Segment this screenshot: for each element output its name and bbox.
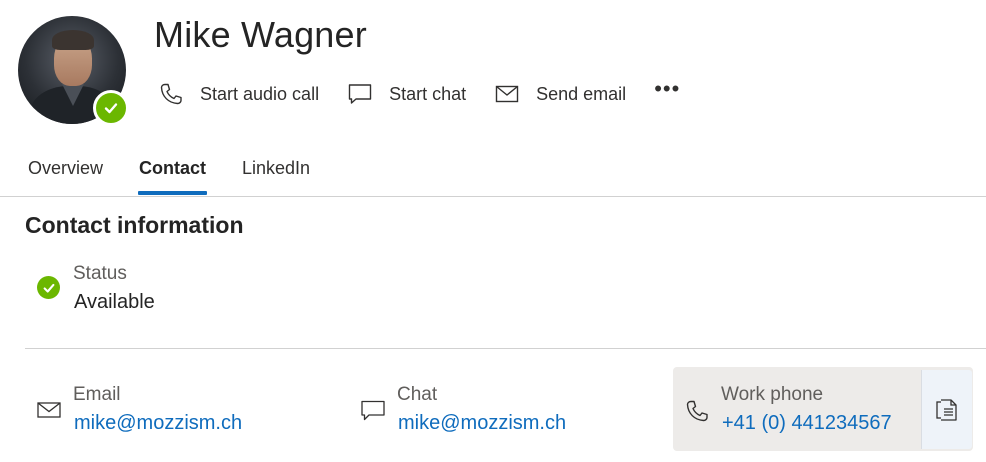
phone-icon (686, 400, 708, 422)
start-chat-label: Start chat (389, 83, 467, 104)
presence-available-badge (93, 90, 129, 126)
send-email-button[interactable]: Send email (494, 81, 626, 107)
mail-icon (37, 402, 61, 418)
avatar-hair (52, 30, 94, 50)
email-link[interactable]: mike@mozzism.ch (74, 412, 242, 435)
more-options-button[interactable]: ••• (654, 76, 680, 102)
mail-icon (495, 85, 519, 103)
contact-card: Mike Wagner Start audio call Start chat … (0, 0, 986, 462)
start-audio-call-label: Start audio call (200, 83, 320, 104)
copy-phone-button[interactable] (921, 370, 972, 449)
section-divider (25, 348, 986, 349)
chat-label: Chat (397, 384, 438, 405)
email-label: Email (73, 384, 121, 405)
phone-icon (160, 83, 182, 105)
send-email-label: Send email (536, 83, 627, 104)
more-icon: ••• (654, 76, 681, 101)
work-phone-label: Work phone (721, 384, 824, 405)
copy-icon (936, 398, 957, 421)
start-chat-button[interactable]: Start chat (347, 81, 466, 107)
chat-link[interactable]: mike@mozzism.ch (398, 412, 566, 435)
check-icon (43, 283, 54, 293)
work-phone-link[interactable]: +41 (0) 441234567 (722, 412, 892, 435)
tab-bar: Overview Contact LinkedIn (28, 158, 346, 195)
section-title: Contact information (25, 212, 244, 238)
tab-contact[interactable]: Contact (138, 158, 208, 195)
tab-overview[interactable]: Overview (28, 158, 103, 194)
status-value: Available (74, 291, 155, 313)
tab-divider (0, 196, 986, 197)
action-bar: Start audio call Start chat Send email •… (158, 76, 680, 110)
start-audio-call-button[interactable]: Start audio call (158, 81, 319, 107)
chat-icon (348, 84, 372, 104)
profile-name: Mike Wagner (154, 14, 367, 55)
chat-icon (361, 400, 385, 421)
check-icon (104, 103, 118, 114)
tab-linkedin[interactable]: LinkedIn (242, 158, 310, 194)
status-label: Status (73, 263, 127, 284)
status-available-icon (37, 276, 60, 299)
